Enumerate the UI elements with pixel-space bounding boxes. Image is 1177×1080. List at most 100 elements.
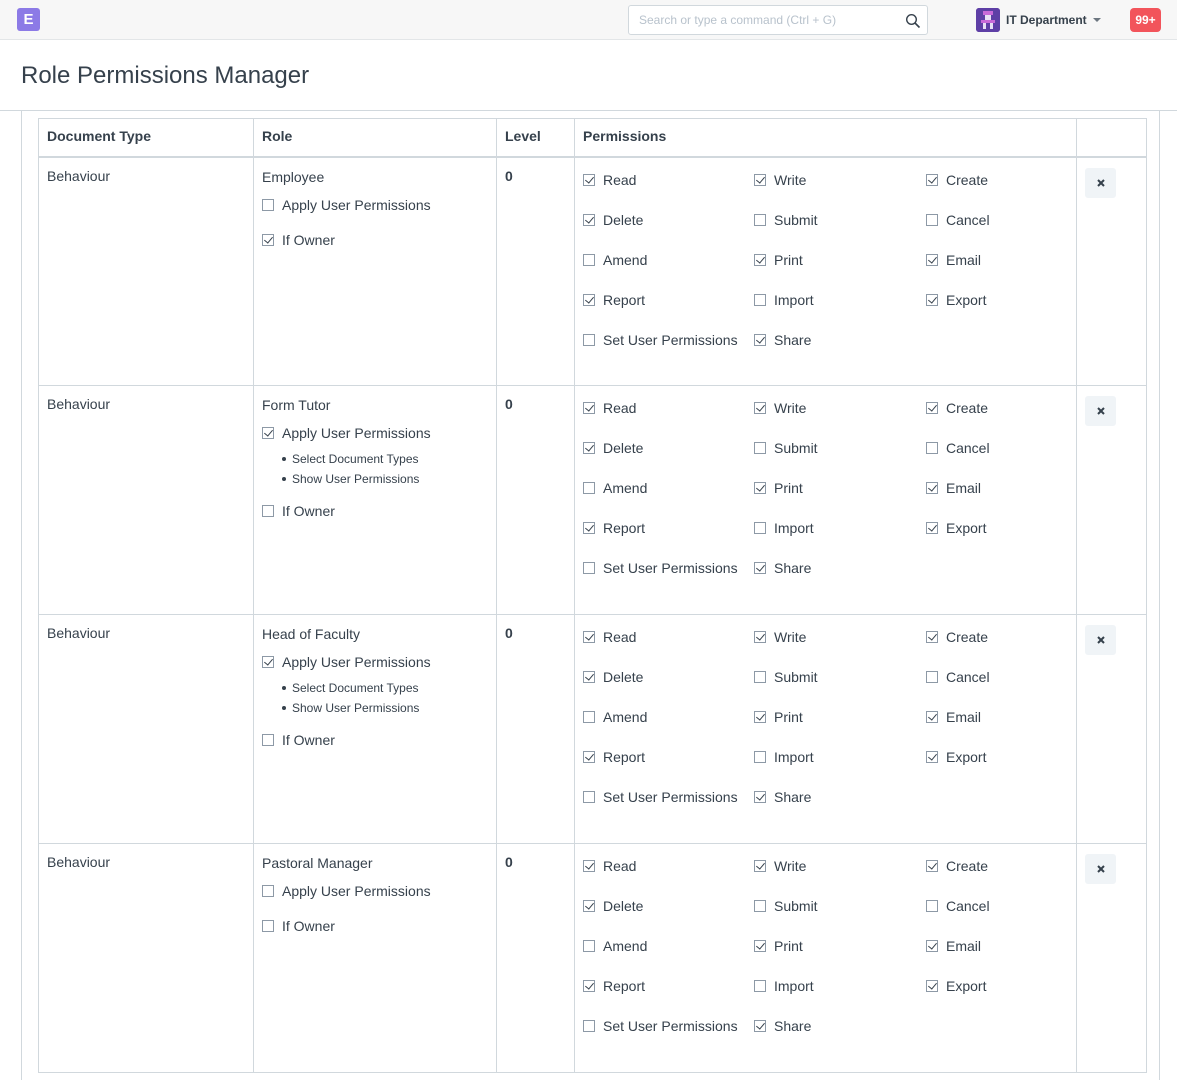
permission-amend[interactable]: Amend bbox=[583, 936, 754, 956]
remove-permission-button[interactable] bbox=[1085, 396, 1116, 426]
permission-set-user-permissions[interactable]: Set User Permissions bbox=[583, 558, 754, 578]
permission-export-checkbox[interactable] bbox=[926, 751, 938, 763]
show-user-permissions-link[interactable]: Show User Permissions bbox=[282, 469, 488, 489]
permission-print-checkbox[interactable] bbox=[754, 711, 766, 723]
search-bar[interactable] bbox=[628, 5, 928, 35]
select-document-types-link[interactable]: Select Document Types bbox=[282, 449, 488, 469]
permission-print-checkbox[interactable] bbox=[754, 482, 766, 494]
permission-share[interactable]: Share bbox=[754, 1016, 926, 1036]
permission-write-checkbox[interactable] bbox=[754, 860, 766, 872]
remove-permission-button[interactable] bbox=[1085, 625, 1116, 655]
permission-amend[interactable]: Amend bbox=[583, 707, 754, 727]
permission-report[interactable]: Report bbox=[583, 747, 754, 767]
permission-create-checkbox[interactable] bbox=[926, 631, 938, 643]
search-icon[interactable] bbox=[905, 13, 921, 29]
permission-export[interactable]: Export bbox=[926, 976, 1066, 996]
permission-cancel[interactable]: Cancel bbox=[926, 896, 1066, 916]
permission-share-checkbox[interactable] bbox=[754, 333, 766, 346]
permission-cancel[interactable]: Cancel bbox=[926, 210, 1066, 230]
permission-print[interactable]: Print bbox=[754, 936, 926, 956]
permission-export[interactable]: Export bbox=[926, 290, 1066, 310]
permission-write[interactable]: Write bbox=[754, 856, 926, 876]
permission-submit[interactable]: Submit bbox=[754, 210, 926, 230]
permission-export-checkbox[interactable] bbox=[926, 293, 938, 306]
permission-cancel[interactable]: Cancel bbox=[926, 438, 1066, 458]
permission-email-checkbox[interactable] bbox=[926, 482, 938, 494]
permission-delete-checkbox[interactable] bbox=[583, 442, 595, 454]
permission-report[interactable]: Report bbox=[583, 290, 754, 310]
if-owner[interactable]: If Owner bbox=[262, 501, 488, 521]
apply-user-permissions[interactable]: Apply User Permissions bbox=[262, 195, 488, 215]
permission-set-user-permissions-checkbox[interactable] bbox=[583, 1020, 595, 1032]
permission-share[interactable]: Share bbox=[754, 787, 926, 807]
if-owner-checkbox[interactable] bbox=[262, 233, 274, 246]
permission-email[interactable]: Email bbox=[926, 936, 1066, 956]
permission-amend-checkbox[interactable] bbox=[583, 482, 595, 494]
show-user-permissions-link[interactable]: Show User Permissions bbox=[282, 698, 488, 718]
permission-read-checkbox[interactable] bbox=[583, 173, 595, 186]
permission-import-checkbox[interactable] bbox=[754, 751, 766, 763]
permission-delete[interactable]: Delete bbox=[583, 438, 754, 458]
permission-submit[interactable]: Submit bbox=[754, 667, 926, 687]
permission-create[interactable]: Create bbox=[926, 856, 1066, 876]
permission-submit-checkbox[interactable] bbox=[754, 213, 766, 226]
document-type-link[interactable]: Behaviour bbox=[47, 396, 245, 412]
apply-user-permissions[interactable]: Apply User Permissions bbox=[262, 652, 488, 672]
permission-read[interactable]: Read bbox=[583, 398, 754, 418]
permission-report[interactable]: Report bbox=[583, 518, 754, 538]
permission-cancel-checkbox[interactable] bbox=[926, 213, 938, 226]
permission-submit[interactable]: Submit bbox=[754, 896, 926, 916]
permission-amend[interactable]: Amend bbox=[583, 478, 754, 498]
permission-set-user-permissions-checkbox[interactable] bbox=[583, 791, 595, 803]
permission-email-checkbox[interactable] bbox=[926, 711, 938, 723]
permission-import[interactable]: Import bbox=[754, 290, 926, 310]
permission-write-checkbox[interactable] bbox=[754, 631, 766, 643]
if-owner-checkbox[interactable] bbox=[262, 734, 274, 746]
permission-write[interactable]: Write bbox=[754, 398, 926, 418]
apply-user-permissions-checkbox[interactable] bbox=[262, 427, 274, 439]
permission-read-checkbox[interactable] bbox=[583, 631, 595, 643]
permission-create[interactable]: Create bbox=[926, 627, 1066, 647]
permission-write[interactable]: Write bbox=[754, 170, 926, 190]
permission-write-checkbox[interactable] bbox=[754, 402, 766, 414]
permission-export-checkbox[interactable] bbox=[926, 980, 938, 992]
permission-cancel[interactable]: Cancel bbox=[926, 667, 1066, 687]
remove-permission-button[interactable] bbox=[1085, 854, 1116, 884]
permission-email-checkbox[interactable] bbox=[926, 940, 938, 952]
permission-create-checkbox[interactable] bbox=[926, 402, 938, 414]
permission-cancel-checkbox[interactable] bbox=[926, 900, 938, 912]
permission-delete-checkbox[interactable] bbox=[583, 900, 595, 912]
permission-import-checkbox[interactable] bbox=[754, 980, 766, 992]
permission-write-checkbox[interactable] bbox=[754, 173, 766, 186]
permission-import-checkbox[interactable] bbox=[754, 293, 766, 306]
permission-submit-checkbox[interactable] bbox=[754, 900, 766, 912]
permission-report[interactable]: Report bbox=[583, 976, 754, 996]
permission-report-checkbox[interactable] bbox=[583, 751, 595, 763]
permission-amend-checkbox[interactable] bbox=[583, 711, 595, 723]
permission-share-checkbox[interactable] bbox=[754, 562, 766, 574]
document-type-link[interactable]: Behaviour bbox=[47, 625, 245, 641]
permission-cancel-checkbox[interactable] bbox=[926, 671, 938, 683]
search-input[interactable] bbox=[639, 7, 899, 33]
permission-read[interactable]: Read bbox=[583, 627, 754, 647]
permission-report-checkbox[interactable] bbox=[583, 293, 595, 306]
permission-share-checkbox[interactable] bbox=[754, 791, 766, 803]
permission-print[interactable]: Print bbox=[754, 707, 926, 727]
permission-export[interactable]: Export bbox=[926, 747, 1066, 767]
permission-amend-checkbox[interactable] bbox=[583, 253, 595, 266]
permission-email[interactable]: Email bbox=[926, 478, 1066, 498]
permission-print[interactable]: Print bbox=[754, 250, 926, 270]
if-owner[interactable]: If Owner bbox=[262, 730, 488, 750]
permission-email[interactable]: Email bbox=[926, 707, 1066, 727]
apply-user-permissions-checkbox[interactable] bbox=[262, 885, 274, 897]
permission-create[interactable]: Create bbox=[926, 398, 1066, 418]
if-owner-checkbox[interactable] bbox=[262, 505, 274, 517]
permission-cancel-checkbox[interactable] bbox=[926, 442, 938, 454]
permission-export[interactable]: Export bbox=[926, 518, 1066, 538]
permission-print[interactable]: Print bbox=[754, 478, 926, 498]
app-logo[interactable]: E bbox=[17, 8, 40, 31]
apply-user-permissions-checkbox[interactable] bbox=[262, 656, 274, 668]
apply-user-permissions[interactable]: Apply User Permissions bbox=[262, 423, 488, 443]
permission-delete[interactable]: Delete bbox=[583, 896, 754, 916]
permission-email[interactable]: Email bbox=[926, 250, 1066, 270]
